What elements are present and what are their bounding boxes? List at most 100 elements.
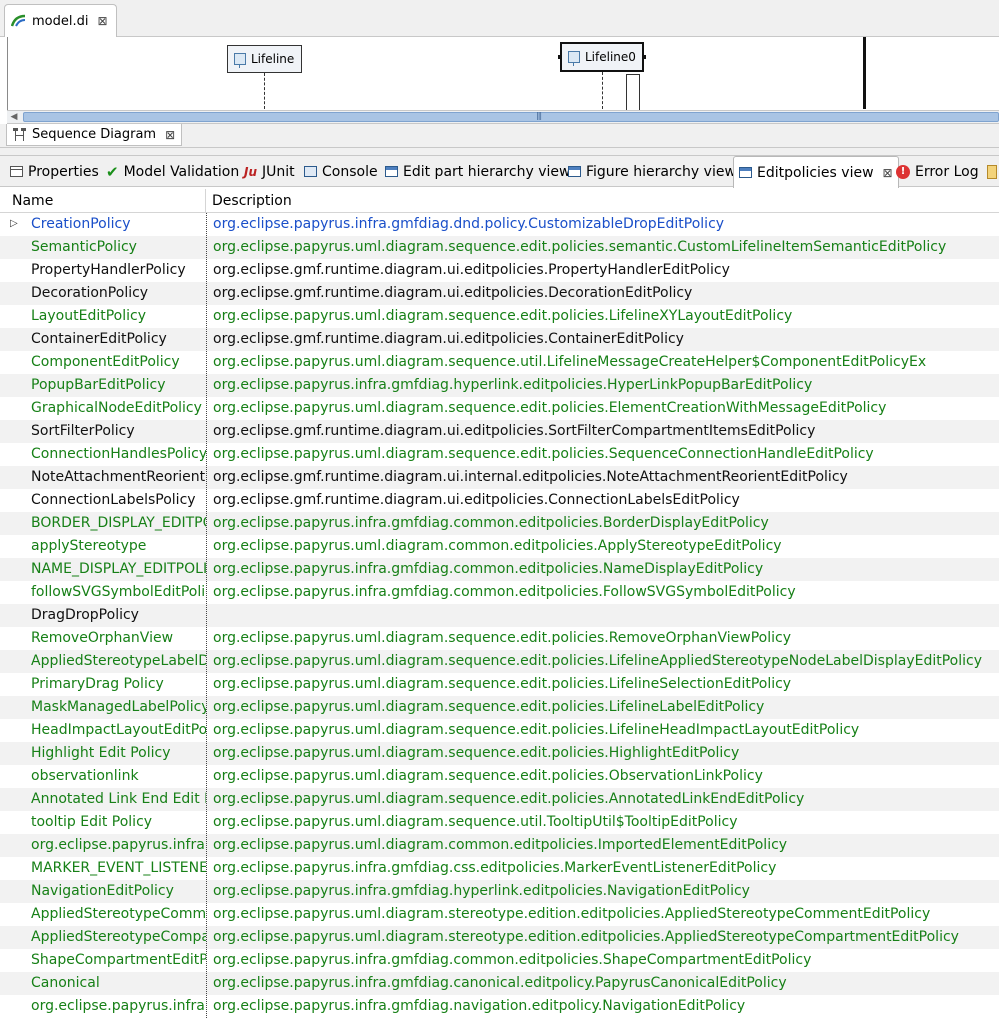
policy-description: org.eclipse.papyrus.infra.gmfdiag.common… [213,952,812,968]
policy-description: org.eclipse.papyrus.uml.diagram.sequence… [213,630,791,646]
check-icon: ✔ [106,162,119,181]
table-row[interactable]: DragDropPolicy [0,604,999,627]
lifeline0-head[interactable]: Lifeline0 [560,42,644,72]
editor-tab-strip: model.di ⊠ [0,0,999,37]
policy-name: PropertyHandlerPolicy [31,262,186,278]
lifeline-head[interactable]: Lifeline [227,45,302,73]
lifeline-line-bold [863,37,866,109]
table-row[interactable]: org.eclipse.papyrus.infra.gmfdiag org.ecl… [0,834,999,857]
papyrus-icon [11,14,26,27]
table-row[interactable]: MaskManagedLabelPolicy org.eclipse.papyru… [0,696,999,719]
table-row[interactable]: AppliedStereotypeCommentEditPolicy org.ec… [0,903,999,926]
table-row[interactable]: PopupBarEditPolicy org.eclipse.papyrus.in… [0,374,999,397]
tab-overflow[interactable] [982,156,999,187]
table-row[interactable]: observationlink org.eclipse.papyrus.uml.d… [0,765,999,788]
table-row[interactable]: Highlight Edit Policy org.eclipse.papyrus… [0,742,999,765]
policy-name: NavigationEditPolicy [31,883,174,899]
policy-description: org.eclipse.papyrus.infra.gmfdiag.common… [213,561,764,577]
policy-description: org.eclipse.papyrus.uml.diagram.sequence… [213,446,874,462]
policy-name: PopupBarEditPolicy [31,377,166,393]
policy-name: DragDropPolicy [31,607,139,623]
policy-name: ConnectionHandlesPolicy [31,446,206,462]
table-row[interactable]: ComponentEditPolicy org.eclipse.papyrus.u… [0,351,999,374]
column-header-description[interactable]: Description [206,189,999,213]
horizontal-scrollbar[interactable]: ◀ ||| [7,110,999,124]
policy-description [213,604,999,627]
policy-name: org.eclipse.papyrus.infra.gmfdiag [31,837,206,853]
selection-handle[interactable] [558,55,562,59]
lifeline-line [264,73,265,109]
table-row[interactable]: Annotated Link End Edit Policy org.eclips… [0,788,999,811]
tab-error-log[interactable]: ! Error Log [891,156,984,187]
table-row[interactable]: ConnectionHandlesPolicy org.eclipse.papyr… [0,443,999,466]
table-row[interactable]: ContainerEditPolicy org.eclipse.gmf.runti… [0,328,999,351]
table-row[interactable]: tooltip Edit Policy org.eclipse.papyrus.u… [0,811,999,834]
policy-description: org.eclipse.papyrus.uml.diagram.sequence… [213,308,793,324]
execution-specification[interactable] [626,74,640,110]
expand-arrow-icon[interactable]: ▷ [10,218,18,229]
policy-description: org.eclipse.gmf.runtime.diagram.ui.editp… [213,262,730,278]
tab-model-validation[interactable]: ✔ Model Validation [101,156,244,187]
policy-description: org.eclipse.papyrus.uml.diagram.stereoty… [213,929,959,945]
close-icon[interactable]: ⊠ [165,128,175,142]
tab-label: Edit part hierarchy view [403,163,571,180]
tab-properties[interactable]: Properties [5,156,104,187]
table-row[interactable]: AppliedStereotypeLabelDisplay org.eclipse… [0,650,999,673]
policy-name: ShapeCompartmentEditPolicy [31,952,206,968]
policy-name: PrimaryDrag Policy [31,676,164,692]
policy-name: Annotated Link End Edit Policy [31,791,206,807]
table-row[interactable]: SortFilterPolicy org.eclipse.gmf.runtime.… [0,420,999,443]
policy-name: ContainerEditPolicy [31,331,167,347]
column-header-name[interactable]: Name [0,189,206,213]
table-row[interactable]: ▷ CreationPolicy org.eclipse.papyrus.infra… [0,213,999,236]
policy-description: org.eclipse.papyrus.infra.gmfdiag.naviga… [213,998,746,1014]
table-row[interactable]: followSVGSymbolEditPolicy org.eclipse.pap… [0,581,999,604]
table-row[interactable]: Canonical org.eclipse.papyrus.infra.gmfdi… [0,972,999,995]
tab-figure-hierarchy[interactable]: Figure hierarchy view [563,156,741,187]
tab-sequence-diagram[interactable]: Sequence Diagram ⊠ [6,124,183,146]
tab-edit-part-hierarchy[interactable]: Edit part hierarchy view [380,156,575,187]
table-row[interactable]: PrimaryDrag Policy org.eclipse.papyrus.um… [0,673,999,696]
diagram-canvas[interactable]: Lifeline Lifeline0 [7,37,999,110]
table-row[interactable]: ShapeCompartmentEditPolicy org.eclipse.pa… [0,949,999,972]
table-row[interactable]: NAME_DISPLAY_EDITPOLICY org.eclipse.papyr… [0,558,999,581]
policy-name: observationlink [31,768,139,784]
table-header: Name Description [0,189,999,213]
close-icon[interactable]: ⊠ [97,14,107,28]
table-row[interactable]: AppliedStereotypeCompartmentEditPolicy or… [0,926,999,949]
table-row[interactable]: HeadImpactLayoutEditPolicy org.eclipse.pa… [0,719,999,742]
policy-name: AppliedStereotypeCommentEditPolicy [31,906,206,922]
editpolicies-table: ▷ CreationPolicy org.eclipse.papyrus.infra… [0,213,999,1018]
table-row[interactable]: ConnectionLabelsPolicy org.eclipse.gmf.ru… [0,489,999,512]
table-row[interactable]: GraphicalNodeEditPolicy org.eclipse.papyr… [0,397,999,420]
table-row[interactable]: DecorationPolicy org.eclipse.gmf.runtime.… [0,282,999,305]
table-row[interactable]: BORDER_DISPLAY_EDITPOLICY org.eclipse.pap… [0,512,999,535]
table-row[interactable]: PropertyHandlerPolicy org.eclipse.gmf.run… [0,259,999,282]
policy-description: org.eclipse.papyrus.uml.diagram.sequence… [213,791,805,807]
table-row[interactable]: SemanticPolicy org.eclipse.papyrus.uml.di… [0,236,999,259]
tab-label: Properties [28,163,99,180]
table-row[interactable]: LayoutEditPolicy org.eclipse.papyrus.uml.… [0,305,999,328]
policy-description: org.eclipse.papyrus.uml.diagram.sequence… [213,745,740,761]
more-views-icon [987,164,997,179]
table-row[interactable]: MARKER_EVENT_LISTENER org.eclipse.papyrus… [0,857,999,880]
table-row[interactable]: NavigationEditPolicy org.eclipse.papyrus.… [0,880,999,903]
policy-name: Canonical [31,975,100,991]
policy-name: org.eclipse.papyrus.infra.gmfdiag [31,998,206,1014]
tab-editpolicies-view[interactable]: Editpolicies view ⊠ [733,156,899,188]
table-row[interactable]: applyStereotype org.eclipse.papyrus.uml.d… [0,535,999,558]
tab-console[interactable]: Console [299,156,383,187]
table-row[interactable]: NoteAttachmentReorient org.eclipse.gmf.ru… [0,466,999,489]
policy-name: SortFilterPolicy [31,423,135,439]
policy-description: org.eclipse.papyrus.infra.gmfdiag.css.ed… [213,860,777,876]
tab-junit[interactable]: Ju JUnit [239,156,300,187]
table-row[interactable]: org.eclipse.papyrus.infra.gmfdiag org.ecl… [0,995,999,1018]
editor-tab-model-di[interactable]: model.di ⊠ [4,4,117,37]
lifeline0-label: Lifeline0 [585,50,636,64]
table-row[interactable]: RemoveOrphanView org.eclipse.papyrus.uml.… [0,627,999,650]
selection-handle[interactable] [642,55,646,59]
lifeline-icon [234,53,246,68]
scroll-left-icon[interactable]: ◀ [7,111,21,123]
scrollbar-thumb[interactable]: ||| [23,111,999,122]
policy-name: ComponentEditPolicy [31,354,180,370]
